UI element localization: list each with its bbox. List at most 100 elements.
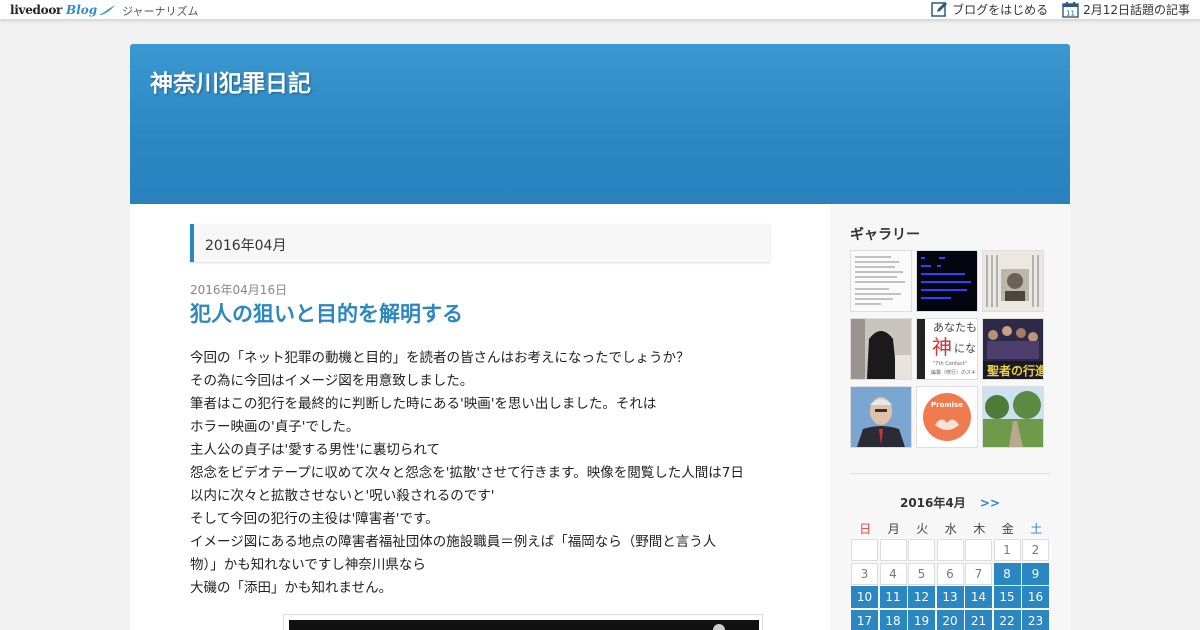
calendar-weekday: 日 bbox=[859, 522, 872, 536]
calendar-day: 2 bbox=[1022, 539, 1049, 561]
post-body-line: その為に今回はイメージ図を用意致しました。 bbox=[190, 373, 474, 389]
calendar-weekday: 木 bbox=[973, 522, 986, 536]
newspaper-thumb-image bbox=[983, 251, 1043, 311]
topic-articles-label: 2月12日話題の記事 bbox=[1083, 3, 1190, 17]
nav-journalism-link[interactable]: ジャーナリズム bbox=[122, 3, 198, 19]
gallery-thumb[interactable] bbox=[982, 250, 1044, 312]
calendar-day[interactable]: 17 bbox=[851, 609, 878, 630]
promise-thumb-image: Promise bbox=[917, 387, 977, 447]
calendar-empty-cell bbox=[908, 539, 935, 561]
calendar-day: 1 bbox=[993, 539, 1021, 561]
calendar-day[interactable]: 8 bbox=[993, 562, 1021, 585]
calendar-weekday: 土 bbox=[1030, 522, 1043, 536]
calendar-day[interactable]: 13 bbox=[936, 586, 964, 608]
calendar-day[interactable]: 20 bbox=[936, 609, 964, 630]
calendar-day[interactable]: 14 bbox=[965, 586, 992, 608]
calendar-day: 7 bbox=[965, 562, 992, 585]
gallery-thumb[interactable] bbox=[850, 250, 912, 312]
blog-header: 神奈川犯罪日記 bbox=[130, 44, 1070, 204]
image-figure-icon bbox=[713, 624, 725, 630]
calendar-weekday: 金 bbox=[1001, 522, 1014, 536]
svg-text:聖者の行進: 聖者の行進 bbox=[987, 363, 1043, 378]
post-body-line: 主人公の貞子は'愛する男性'に裏切られて bbox=[190, 442, 441, 458]
calendar-day[interactable]: 9 bbox=[1022, 562, 1049, 585]
calendar-weekdays: 日月火水木金土 bbox=[851, 520, 1051, 537]
calendar-day[interactable]: 22 bbox=[993, 609, 1021, 630]
main-content: 2016年04月 2016年04月16日 犯人の狙いと目的を解明する 今回の「ネ… bbox=[130, 204, 830, 630]
gallery-title: ギャラリー bbox=[850, 227, 920, 243]
calendar-day[interactable]: 15 bbox=[993, 586, 1021, 608]
post-body-line: 筆者はこの犯行を最終的に判断した時にある'映画'を思い出しました。それは bbox=[190, 396, 657, 412]
document-thumb-image bbox=[851, 251, 911, 311]
post-body-line: ホラー映画の'貞子'でした。 bbox=[190, 419, 360, 435]
calendar-empty-cell bbox=[851, 539, 878, 561]
calendar-empty-cell bbox=[879, 539, 907, 561]
svg-text:編纂（修行）のスキ: 編纂（修行）のスキ bbox=[931, 369, 976, 376]
crowd-poster-thumb-image: 聖者の行進 bbox=[983, 319, 1043, 379]
svg-text:"7th Contact": "7th Contact" bbox=[933, 361, 967, 367]
gallery-thumb[interactable]: あなたも 神 にな "7th Contact" 編纂（修行）のスキ bbox=[916, 318, 978, 380]
post-body: 今回の「ネット犯罪の動機と目的」を読者の皆さんはお考えになったでしょうか？ その… bbox=[190, 347, 770, 600]
post-body-line: 物）」かも知れないですし神奈川県なら bbox=[190, 557, 426, 573]
calendar-day: 6 bbox=[936, 562, 964, 585]
gallery-thumb[interactable] bbox=[916, 250, 978, 312]
site-title[interactable]: 神奈川犯罪日記 bbox=[150, 64, 311, 98]
post-body-line: イメージ図にある地点の障害者福祉団体の施設職員＝例えば「福岡なら（野間と言う人 bbox=[190, 534, 717, 550]
post-body-line: そして今回の犯行の主役は'障害者'です。 bbox=[190, 511, 439, 527]
post-title[interactable]: 犯人の狙いと目的を解明する bbox=[190, 298, 463, 328]
dark-screen-thumb-image bbox=[917, 251, 977, 311]
calendar-day[interactable]: 10 bbox=[851, 586, 878, 608]
calendar-weekday: 月 bbox=[887, 522, 900, 536]
topic-articles-link[interactable]: 11 2月12日話題の記事 bbox=[1062, 1, 1190, 18]
post-image[interactable] bbox=[283, 614, 763, 630]
sidebar: ギャラリー あなたも 神 にな "7th Contact" 編纂（修行）のスキ … bbox=[830, 204, 1070, 630]
post-date: 2016年04月16日 bbox=[190, 283, 288, 297]
calendar-day[interactable]: 18 bbox=[879, 609, 907, 630]
svg-text:Promise: Promise bbox=[931, 401, 963, 409]
gallery-thumb[interactable] bbox=[850, 386, 912, 448]
calendar-weekday: 火 bbox=[916, 522, 929, 536]
calendar-day[interactable]: 16 bbox=[1022, 586, 1049, 608]
start-blog-link[interactable]: ブログをはじめる bbox=[931, 1, 1048, 18]
calendar-day[interactable]: 21 bbox=[965, 609, 992, 630]
gallery-thumb[interactable]: 聖者の行進 bbox=[982, 318, 1044, 380]
kami-text-thumb-image: あなたも 神 にな "7th Contact" 編纂（修行）のスキ bbox=[917, 319, 977, 379]
landscape-thumb-image bbox=[983, 387, 1043, 447]
svg-text:11: 11 bbox=[1066, 10, 1075, 18]
logo-wing-icon bbox=[99, 5, 116, 15]
calendar-day[interactable]: 19 bbox=[908, 609, 935, 630]
calendar-icon: 11 bbox=[1062, 2, 1079, 18]
archive-heading-box: 2016年04月 bbox=[190, 224, 770, 262]
calendar-header: 2016年4月 >> bbox=[850, 494, 1050, 511]
calendar-weekday: 水 bbox=[944, 522, 957, 536]
top-bar: livedoor Blog ジャーナリズム ブログをはじめる 11 2月12日話… bbox=[0, 0, 1200, 20]
gallery-thumb[interactable]: Promise bbox=[916, 386, 978, 448]
svg-text:あなたも: あなたも bbox=[933, 321, 977, 334]
portrait-thumb-image bbox=[851, 387, 911, 447]
pencil-edit-icon bbox=[931, 2, 948, 17]
logo-text: livedoor bbox=[10, 3, 63, 17]
sidebar-divider bbox=[850, 473, 1050, 474]
calendar-day: 4 bbox=[879, 562, 907, 585]
post-image-dark-area bbox=[289, 620, 759, 630]
hooded-person-thumb-image bbox=[851, 319, 911, 379]
post-body-line: 今回の「ネット犯罪の動機と目的」を読者の皆さんはお考えになったでしょうか？ bbox=[190, 350, 690, 366]
gallery-thumb[interactable] bbox=[850, 318, 912, 380]
calendar-day[interactable]: 23 bbox=[1022, 609, 1049, 630]
calendar-day: 5 bbox=[908, 562, 935, 585]
calendar-next-link[interactable]: >> bbox=[980, 496, 1000, 510]
svg-text:にな: にな bbox=[954, 342, 976, 355]
gallery-thumb[interactable] bbox=[982, 386, 1044, 448]
calendar-empty-cell bbox=[936, 539, 964, 561]
calendar-day[interactable]: 11 bbox=[879, 586, 907, 608]
post-body-line: 以内に次々と拡散させないと'呪い殺されるのです' bbox=[190, 488, 495, 504]
start-blog-label: ブログをはじめる bbox=[952, 3, 1049, 17]
archive-month-label: 2016年04月 bbox=[205, 238, 287, 254]
livedoor-blog-logo[interactable]: livedoor Blog bbox=[10, 2, 116, 18]
post-body-line: 怨念をビデオテープに収めて次々と怨念を'拡散'させて行きます。映像を閲覧した人間… bbox=[190, 465, 744, 481]
calendar-day: 3 bbox=[851, 562, 878, 585]
calendar-month-label: 2016年4月 bbox=[899, 496, 966, 510]
logo-blog-text: Blog bbox=[66, 3, 98, 17]
calendar-day[interactable]: 12 bbox=[908, 586, 935, 608]
calendar-empty-cell bbox=[965, 539, 992, 561]
